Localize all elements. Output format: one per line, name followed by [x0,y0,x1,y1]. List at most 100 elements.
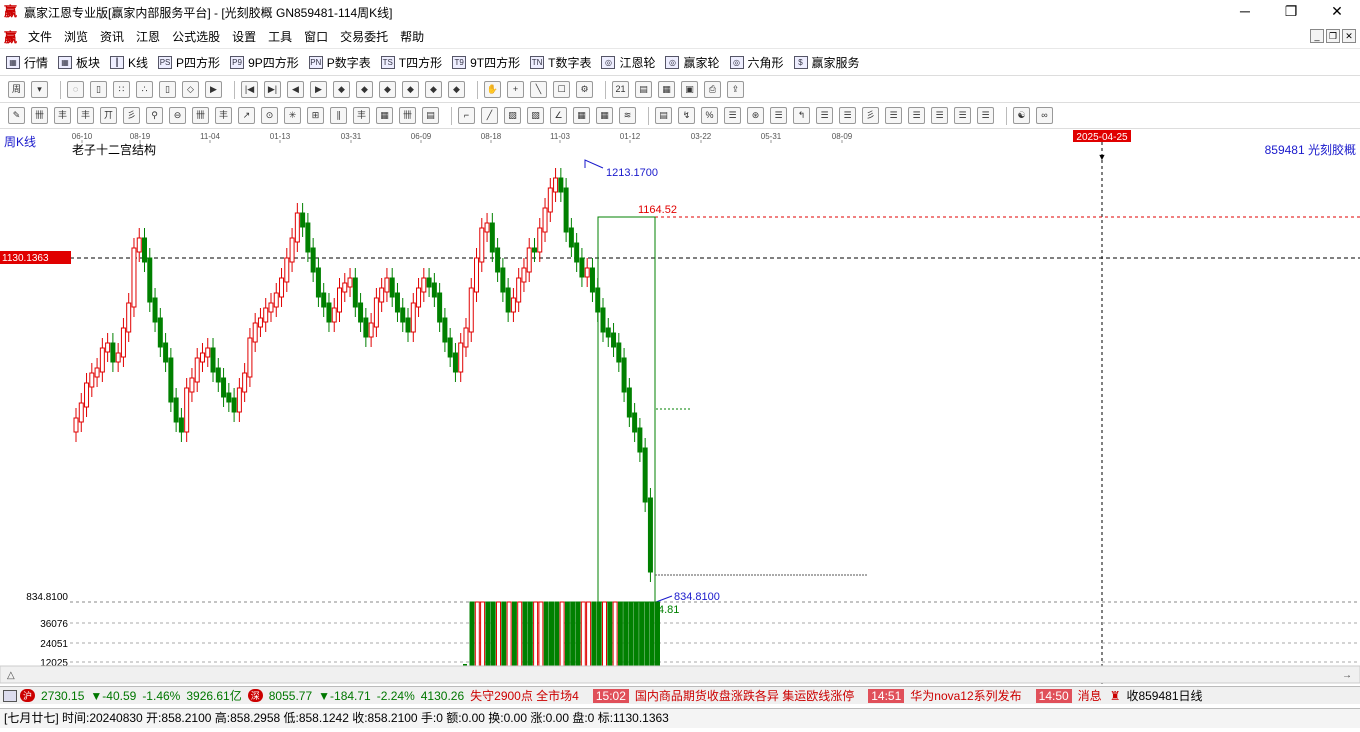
draw-tool-6-icon[interactable]: ⚲ [146,107,163,124]
draw-tool-14-icon[interactable]: ∥ [330,107,347,124]
tool-winner-service[interactable]: $ 赢家服务 [793,54,860,71]
ticker-right-label[interactable]: 收859481日线 [1126,687,1202,704]
tool-9t-square[interactable]: T9 9T四方形 [452,54,520,71]
tool-hexagon[interactable]: ◎ 六角形 [729,54,784,71]
tool-quotes[interactable]: ▦ 行情 [6,54,48,71]
menu-trade[interactable]: 交易委托 [334,28,394,45]
draw-tool-21-icon[interactable]: ▨ [504,107,521,124]
print-icon[interactable]: ⎙ [704,81,721,98]
draw-tool-8-icon[interactable]: 卌 [192,107,209,124]
next-icon[interactable]: ▶ [310,81,327,98]
diamond-5-icon[interactable]: ◆ [425,81,442,98]
draw-tool-7-icon[interactable]: ⊖ [169,107,186,124]
draw-tool-31-icon[interactable]: ☰ [770,107,787,124]
draw-tool-29-icon[interactable]: ☰ [724,107,741,124]
document-icon[interactable]: ▤ [635,81,652,98]
mdi-restore-button[interactable]: ❐ [1326,29,1340,43]
export-icon[interactable]: ⇪ [727,81,744,98]
tool-gray-1-icon[interactable]: ◌ [67,81,84,98]
tool-sector[interactable]: ▦ 板块 [58,54,100,71]
draw-tool-9-icon[interactable]: 丰 [215,107,232,124]
scroll-right-icon[interactable]: → [1342,670,1352,681]
menu-tools[interactable]: 工具 [262,28,298,45]
menu-formula[interactable]: 公式选股 [166,28,226,45]
scroll-up-icon[interactable]: △ [7,670,15,681]
pencil-icon[interactable]: ✎ [8,107,25,124]
table-icon[interactable]: ▦ [658,81,675,98]
wheel-icon[interactable]: ⚙ [576,81,593,98]
grid-icon[interactable] [3,689,17,702]
tool-gray-5-icon[interactable]: ▯ [159,81,176,98]
calendar-icon[interactable]: 21 [612,81,629,98]
draw-tool-38-icon[interactable]: ☰ [931,107,948,124]
hand-icon[interactable]: ✋ [484,81,501,98]
menu-file[interactable]: 文件 [22,28,58,45]
diamond-1-icon[interactable]: ◆ [333,81,350,98]
draw-tool-3-icon[interactable]: 丰 [77,107,94,124]
draw-tool-27-icon[interactable]: ▤ [655,107,672,124]
draw-tool-35-icon[interactable]: 彡 [862,107,879,124]
draw-tool-37-icon[interactable]: ☰ [908,107,925,124]
line-tool-icon[interactable]: ╲ [530,81,547,98]
diamond-2-icon[interactable]: ◆ [356,81,373,98]
close-button[interactable]: ✕ [1314,0,1360,24]
news-item-1[interactable]: 失守2900点 全市场4 [470,687,579,704]
draw-tool-22-icon[interactable]: ▧ [527,107,544,124]
period-week-icon[interactable]: 周 [8,81,25,98]
menu-browse[interactable]: 浏览 [58,28,94,45]
draw-tool-34-icon[interactable]: ☰ [839,107,856,124]
menu-help[interactable]: 帮助 [394,28,430,45]
draw-tool-32-icon[interactable]: ↰ [793,107,810,124]
draw-tool-11-icon[interactable]: ⊙ [261,107,278,124]
draw-tool-1-icon[interactable]: 卌 [31,107,48,124]
kline-chart-area[interactable]: 06-10 08-19 11-04 01-13 03-31 06-09 08-18 11-03… [0,128,1360,684]
draw-tool-24-icon[interactable]: ▦ [573,107,590,124]
draw-tool-39-icon[interactable]: ☰ [954,107,971,124]
draw-tool-2-icon[interactable]: 丰 [54,107,71,124]
prev-icon[interactable]: ◀ [287,81,304,98]
menu-settings[interactable]: 设置 [226,28,262,45]
menu-info[interactable]: 资讯 [94,28,130,45]
kline-chart[interactable]: 06-10 08-19 11-04 01-13 03-31 06-09 08-18 11-03… [0,128,1360,684]
horizontal-scrollbar[interactable] [0,665,1360,684]
first-bar-icon[interactable]: |◀ [241,81,258,98]
draw-tool-33-icon[interactable]: ☰ [816,107,833,124]
maximize-button[interactable]: ❐ [1268,0,1314,24]
mdi-minimize-button[interactable]: _ [1310,29,1324,43]
tool-gray-6-icon[interactable]: ◇ [182,81,199,98]
draw-tool-20-icon[interactable]: ╱ [481,107,498,124]
crosshair-icon[interactable]: + [507,81,524,98]
menu-window[interactable]: 窗口 [298,28,334,45]
draw-tool-40-icon[interactable]: ☰ [977,107,994,124]
yin-yang-icon[interactable]: ☯ [1013,107,1030,124]
draw-tool-28-icon[interactable]: ↯ [678,107,695,124]
draw-tool-15-icon[interactable]: 丰 [353,107,370,124]
news-item-4[interactable]: 消息 [1078,687,1102,704]
draw-tool-4-icon[interactable]: 丌 [100,107,117,124]
save-icon[interactable]: ▣ [681,81,698,98]
tool-t-square[interactable]: TS T四方形 [380,54,442,71]
gift-icon[interactable]: ☐ [553,81,570,98]
last-bar-icon[interactable]: ▶| [264,81,281,98]
draw-tool-16-icon[interactable]: ▦ [376,107,393,124]
tool-gray-2-icon[interactable]: ▯ [90,81,107,98]
draw-tool-12-icon[interactable]: ✳ [284,107,301,124]
draw-chart-icon[interactable]: ▶ [205,81,222,98]
infinity-icon[interactable]: ∞ [1036,107,1053,124]
tool-t-numbers[interactable]: TN T数字表 [530,54,591,71]
news-item-3[interactable]: 华为nova12系列发布 [910,687,1021,704]
diamond-6-icon[interactable]: ◆ [448,81,465,98]
tool-gray-4-icon[interactable]: ∴ [136,81,153,98]
tool-gann-wheel[interactable]: ◎ 江恩轮 [601,54,655,71]
draw-tool-5-icon[interactable]: 彡 [123,107,140,124]
draw-tool-25-icon[interactable]: ▦ [596,107,613,124]
draw-tool-36-icon[interactable]: ☰ [885,107,902,124]
draw-tool-23-icon[interactable]: ∠ [550,107,567,124]
menu-gann[interactable]: 江恩 [130,28,166,45]
draw-tool-17-icon[interactable]: 卌 [399,107,416,124]
tool-kline[interactable]: ┃ K线 [110,54,148,71]
draw-tool-10-icon[interactable]: ↗ [238,107,255,124]
tool-gray-3-icon[interactable]: ∷ [113,81,130,98]
draw-tool-18-icon[interactable]: ▤ [422,107,439,124]
tool-p-square[interactable]: PS P四方形 [158,54,220,71]
